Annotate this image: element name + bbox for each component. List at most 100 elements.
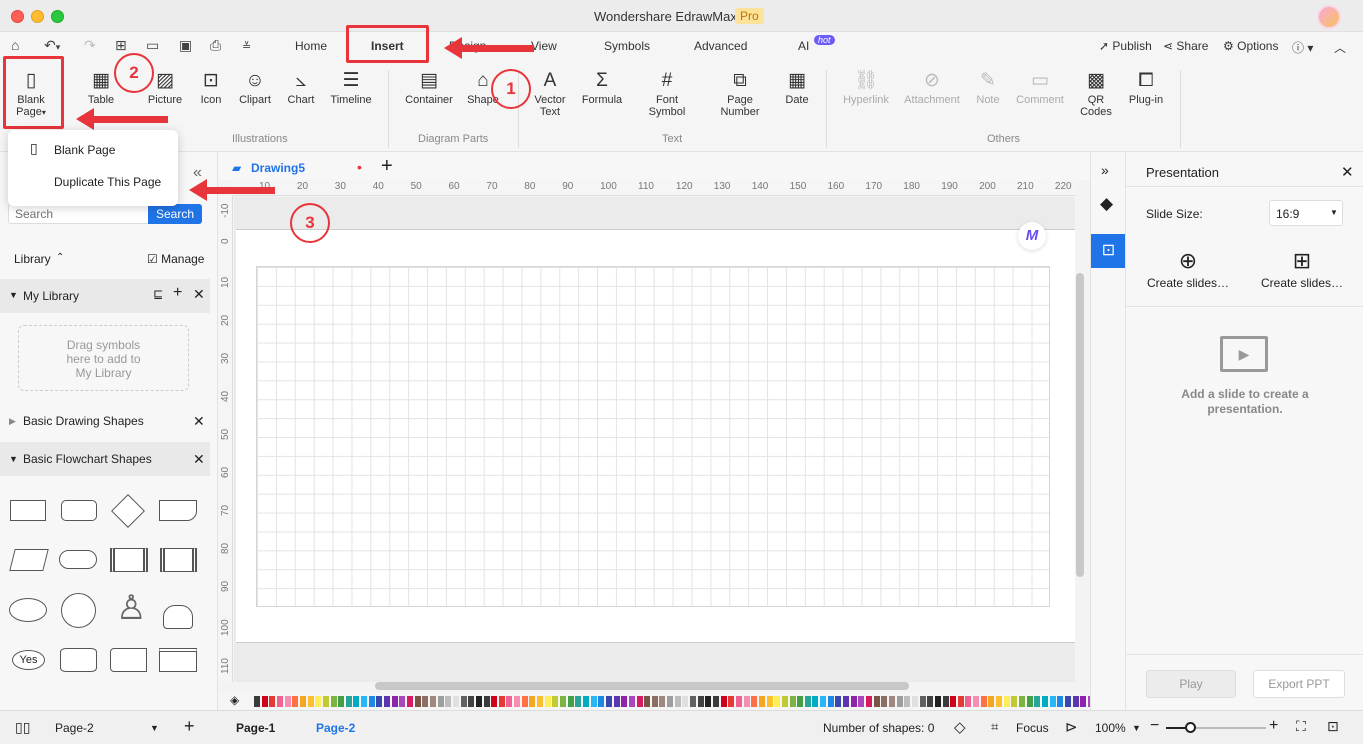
color-swatch[interactable]: [659, 696, 666, 707]
color-swatch[interactable]: [276, 696, 283, 707]
color-swatch[interactable]: [1003, 696, 1010, 707]
color-swatch[interactable]: [529, 696, 536, 707]
color-swatch[interactable]: [758, 696, 765, 707]
internal-storage-shape[interactable]: [159, 648, 197, 672]
color-swatch[interactable]: [391, 696, 398, 707]
color-swatch[interactable]: [552, 696, 559, 707]
color-swatch[interactable]: [896, 696, 903, 707]
zoom-level[interactable]: 100%: [1095, 721, 1126, 735]
color-swatch[interactable]: [307, 696, 314, 707]
color-swatch[interactable]: [590, 696, 597, 707]
color-swatch[interactable]: [1034, 696, 1041, 707]
color-swatch[interactable]: [743, 696, 750, 707]
rounded-process-shape[interactable]: [61, 500, 97, 521]
search-input[interactable]: [8, 204, 150, 224]
color-swatch[interactable]: [751, 696, 758, 707]
open-folder-icon[interactable]: ▭: [146, 37, 159, 54]
close-icon[interactable]: ✕: [193, 451, 205, 468]
color-swatch[interactable]: [690, 696, 697, 707]
color-swatch[interactable]: [812, 696, 819, 707]
zoom-out-icon[interactable]: −: [1150, 717, 1159, 735]
color-swatch[interactable]: [766, 696, 773, 707]
color-swatch[interactable]: [789, 696, 796, 707]
user-shape[interactable]: [163, 605, 193, 629]
subprocess-shape[interactable]: [160, 548, 197, 572]
color-swatch[interactable]: [452, 696, 459, 707]
color-swatch[interactable]: [598, 696, 605, 707]
color-swatch[interactable]: [345, 696, 352, 707]
color-swatch[interactable]: [560, 696, 566, 707]
color-swatch[interactable]: [888, 696, 895, 707]
page-grid[interactable]: [256, 266, 1050, 607]
color-swatch[interactable]: [957, 696, 964, 707]
color-swatch[interactable]: [491, 696, 498, 707]
note-button[interactable]: ✎ Note: [973, 68, 1003, 106]
color-swatch[interactable]: [437, 696, 444, 707]
color-swatch[interactable]: [942, 696, 949, 707]
color-swatch[interactable]: [965, 696, 972, 707]
options-button[interactable]: ⚙ Options: [1223, 39, 1278, 53]
attachment-button[interactable]: ⊘ Attachment: [902, 68, 962, 106]
plug-in-button[interactable]: ⧠ Plug-in: [1126, 68, 1166, 106]
close-icon[interactable]: ✕: [193, 413, 205, 430]
ai-assistant-icon[interactable]: M: [1018, 222, 1046, 250]
layers-icon[interactable]: ◇: [954, 718, 966, 736]
database-shape[interactable]: [60, 648, 97, 672]
color-swatch[interactable]: [399, 696, 406, 707]
color-swatch[interactable]: [705, 696, 712, 707]
color-swatch[interactable]: [735, 696, 742, 707]
new-page-icon[interactable]: ⊞: [115, 37, 127, 54]
tab-view[interactable]: View: [531, 39, 557, 53]
color-swatch[interactable]: [927, 696, 934, 707]
color-swatch[interactable]: [919, 696, 926, 707]
font-symbol-button[interactable]: # Font Symbol: [644, 68, 690, 118]
color-swatch[interactable]: [567, 696, 574, 707]
color-swatch[interactable]: [980, 696, 987, 707]
slide-size-select[interactable]: 16:9 ▼: [1269, 200, 1343, 226]
color-swatch[interactable]: [613, 696, 620, 707]
focus-icon[interactable]: ⌗: [991, 719, 998, 735]
color-swatch[interactable]: [973, 696, 980, 707]
color-swatch[interactable]: [1026, 696, 1033, 707]
fill-style-icon[interactable]: ◆: [1100, 194, 1113, 214]
zoom-slider-thumb[interactable]: [1185, 722, 1196, 733]
color-swatch[interactable]: [827, 696, 834, 707]
circle-shape[interactable]: [61, 593, 96, 628]
manage-button[interactable]: ☑ Manage: [147, 252, 204, 266]
collapse-ribbon-icon[interactable]: ︿: [1334, 39, 1346, 56]
color-swatch[interactable]: [866, 696, 872, 707]
predefined-process-shape[interactable]: [110, 548, 148, 572]
tab-ai[interactable]: AI: [798, 39, 809, 53]
collapse-up-icon[interactable]: ⌃: [56, 252, 64, 263]
container-button[interactable]: ▤ Container: [404, 68, 454, 106]
color-swatch[interactable]: [376, 696, 383, 707]
hyperlink-button[interactable]: ⛓ Hyperlink: [840, 68, 892, 106]
color-swatch[interactable]: [315, 696, 322, 707]
color-swatch[interactable]: [1057, 696, 1064, 707]
color-swatch[interactable]: [575, 696, 582, 707]
color-swatch[interactable]: [521, 696, 528, 707]
color-swatch[interactable]: [506, 696, 513, 707]
close-panel-icon[interactable]: ✕: [1341, 163, 1354, 181]
color-swatch[interactable]: [422, 696, 429, 707]
color-swatch[interactable]: [368, 696, 375, 707]
page-panel-icon[interactable]: ▯▯: [15, 719, 30, 736]
vector-text-button[interactable]: A Vector Text: [532, 68, 568, 118]
process-shape[interactable]: [10, 500, 46, 521]
color-swatch[interactable]: [582, 696, 589, 707]
play-button[interactable]: Play: [1146, 670, 1236, 698]
color-swatch[interactable]: [674, 696, 681, 707]
clipart-button[interactable]: ☺ Clipart: [238, 68, 272, 106]
dropdown-duplicate-page[interactable]: Duplicate This Page: [8, 166, 178, 196]
color-swatch[interactable]: [697, 696, 704, 707]
timeline-button[interactable]: ☰ Timeline: [330, 68, 372, 106]
color-swatch[interactable]: [682, 696, 689, 707]
color-swatch[interactable]: [797, 696, 804, 707]
color-swatch[interactable]: [911, 696, 918, 707]
color-swatch[interactable]: [1019, 696, 1025, 707]
color-swatch[interactable]: [353, 696, 360, 707]
color-swatch[interactable]: [1080, 696, 1087, 707]
color-swatch[interactable]: [414, 696, 421, 707]
basic-flowchart-shapes-section[interactable]: ▼ Basic Flowchart Shapes ✕: [0, 442, 210, 476]
color-swatch[interactable]: [651, 696, 658, 707]
